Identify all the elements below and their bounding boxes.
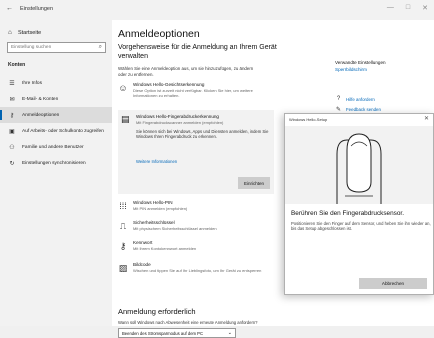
option-password[interactable]: ⚷ Kennwort Mit Ihrem Kontokennwort anmel… xyxy=(118,240,268,256)
briefcase-icon: ▣ xyxy=(9,128,15,135)
sidebar-item-label: Einstellungen synchronisieren xyxy=(22,160,86,166)
dialog-title: Windows Hello-Setup xyxy=(289,117,328,122)
key-icon: ⚷ xyxy=(119,241,127,251)
fingerprint-body: Sie können sich bei Windows, Apps und Di… xyxy=(136,129,269,140)
more-info-link[interactable]: Weitere Informationen xyxy=(136,159,177,164)
option-picture-password[interactable]: ▨ Bildcode Wischen und tippen Sie auf Ih… xyxy=(118,262,268,282)
sidebar-item-work-access[interactable]: ▣ Auf Arbeits- oder Schulkonto zugreifen xyxy=(0,123,112,139)
search-input[interactable]: Einstellung suchen ⌕ xyxy=(7,42,106,53)
pin-icon: ⁞⁞⁞ xyxy=(119,201,127,211)
back-arrow-icon[interactable]: ← xyxy=(6,5,13,12)
dialog-close-icon[interactable]: ✕ xyxy=(424,115,429,122)
cancel-button[interactable]: Abbrechen xyxy=(359,278,427,289)
sidebar-item-ihre-infos[interactable]: ☰ Ihre Infos xyxy=(0,75,112,91)
picture-icon: ▨ xyxy=(118,263,128,273)
sync-icon: ↻ xyxy=(9,160,15,167)
setup-button[interactable]: Einrichten xyxy=(238,177,270,189)
mail-icon: ✉ xyxy=(9,96,15,103)
sidebar-item-anmeldeoptionen[interactable]: ⚷ Anmeldeoptionen xyxy=(0,107,112,123)
add-person-icon: ⚇ xyxy=(9,144,15,151)
help-label: Hilfe anfordern xyxy=(346,96,375,102)
option-desc: Mit Fingerabdruckscanner anmelden (empfo… xyxy=(136,120,224,125)
select-value: Beenden des Stromsparmodus auf dem PC xyxy=(122,331,204,336)
home-nav-item[interactable]: ⌂ Startseite xyxy=(8,29,41,36)
section-heading: Konten xyxy=(8,62,26,68)
fingerprint-icon: ▤ xyxy=(121,114,130,124)
home-label: Startseite xyxy=(17,29,42,36)
option-security-key[interactable]: ⎍ Sicherheitsschlüssel Mit physischem Si… xyxy=(118,220,268,236)
sidebar-item-label: Ihre Infos xyxy=(22,80,42,86)
get-help-link[interactable]: ? Hilfe anfordern xyxy=(335,94,431,104)
option-title: Windows Hello-Gesichtserkennung xyxy=(133,82,205,87)
sidebar-item-label: Anmeldeoptionen xyxy=(22,112,60,118)
maximize-icon[interactable]: □ xyxy=(406,4,410,12)
lockscreen-link[interactable]: Sperrbildschirm xyxy=(335,67,431,72)
window-title: Einstellungen xyxy=(20,6,54,12)
sidebar-item-family[interactable]: ⚇ Familie und andere Benutzer xyxy=(0,139,112,155)
dialog-heading: Berühren Sie den Fingerabdrucksensor. xyxy=(291,210,404,217)
sidebar-item-label: E-Mail- & Konten xyxy=(22,96,59,102)
dialog-body: Positionieren Sie den Finger auf dem Sen… xyxy=(291,221,431,232)
sidebar: ⌂ Startseite Einstellung suchen ⌕ Konten… xyxy=(0,20,112,326)
titlebar: ← Einstellungen — □ ✕ xyxy=(0,0,434,20)
required-signin-heading: Anmeldung erforderlich xyxy=(118,307,196,316)
sidebar-item-email[interactable]: ✉ E-Mail- & Konten xyxy=(0,91,112,107)
related-settings: Verwandte Einstellungen Sperrbildschirm xyxy=(335,60,431,72)
option-desc: Wischen und tippen Sie auf Ihr Lieblings… xyxy=(133,268,262,273)
option-title: Windows Hello-PIN xyxy=(133,200,173,205)
option-fingerprint[interactable]: ▤ Windows Hello-Fingerabdruckerkennung M… xyxy=(118,110,274,194)
option-desc: Mit PIN anmelden (empfohlen) xyxy=(133,206,188,211)
usb-key-icon: ⎍ xyxy=(119,221,127,231)
require-signin-select[interactable]: Beenden des Stromsparmodus auf dem PC ⌄ xyxy=(118,328,236,338)
sidebar-item-label: Auf Arbeits- oder Schulkonto zugreifen xyxy=(22,128,104,134)
face-icon: ☺ xyxy=(118,83,128,93)
option-desc: Mit Ihrem Kontokennwort anmelden xyxy=(133,246,197,251)
settings-window: ← Einstellungen — □ ✕ ⌂ Startseite Einst… xyxy=(0,0,434,338)
feedback-label: Feedback senden xyxy=(346,106,381,112)
sidebar-item-sync[interactable]: ↻ Einstellungen synchronisieren xyxy=(0,155,112,171)
window-controls: — □ ✕ xyxy=(387,4,428,12)
option-title: Bildcode xyxy=(133,262,151,267)
related-heading: Verwandte Einstellungen xyxy=(335,60,386,65)
help-links: ? Hilfe anfordern ✎ Feedback senden xyxy=(335,94,431,114)
page-title: Anmeldeoptionen xyxy=(118,28,200,40)
feedback-icon: ✎ xyxy=(335,106,342,113)
person-card-icon: ☰ xyxy=(9,80,15,87)
option-title: Kennwort xyxy=(133,240,153,245)
search-placeholder: Einstellung suchen xyxy=(11,45,52,50)
minimize-icon[interactable]: — xyxy=(387,4,394,12)
search-icon: ⌕ xyxy=(98,44,102,50)
sidebar-item-label: Familie und andere Benutzer xyxy=(22,144,84,150)
option-pin[interactable]: ⁞⁞⁞ Windows Hello-PIN Mit PIN anmelden (… xyxy=(118,200,268,216)
chevron-down-icon: ⌄ xyxy=(227,330,232,336)
key-icon: ⚷ xyxy=(9,112,15,119)
option-face[interactable]: ☺ Windows Hello-Gesichtserkennung Diese … xyxy=(118,82,268,102)
required-signin-text: Wann soll Windows nach Abwesenheit eine … xyxy=(118,320,258,325)
hello-setup-dialog: Windows Hello-Setup ✕ Berühren Sie den F… xyxy=(284,113,434,295)
finger-on-sensor-icon xyxy=(336,133,382,204)
lead-text: Wählen Sie eine Anmeldeoption aus, um si… xyxy=(118,66,254,77)
home-icon: ⌂ xyxy=(8,29,12,36)
help-icon: ? xyxy=(336,96,341,102)
fingerprint-illustration xyxy=(285,126,433,204)
option-desc: Diese Option ist zurzeit nicht verfügbar… xyxy=(133,88,253,98)
option-title: Windows Hello-Fingerabdruckerkennung xyxy=(136,114,219,119)
close-icon[interactable]: ✕ xyxy=(422,4,428,12)
page-subheading: Vorgehensweise für die Anmeldung an Ihre… xyxy=(118,44,277,60)
option-desc: Mit physischem Sicherheitsschlüssel anme… xyxy=(133,226,217,231)
option-title: Sicherheitsschlüssel xyxy=(133,220,175,225)
sidebar-nav: ☰ Ihre Infos ✉ E-Mail- & Konten ⚷ Anmeld… xyxy=(0,75,112,171)
